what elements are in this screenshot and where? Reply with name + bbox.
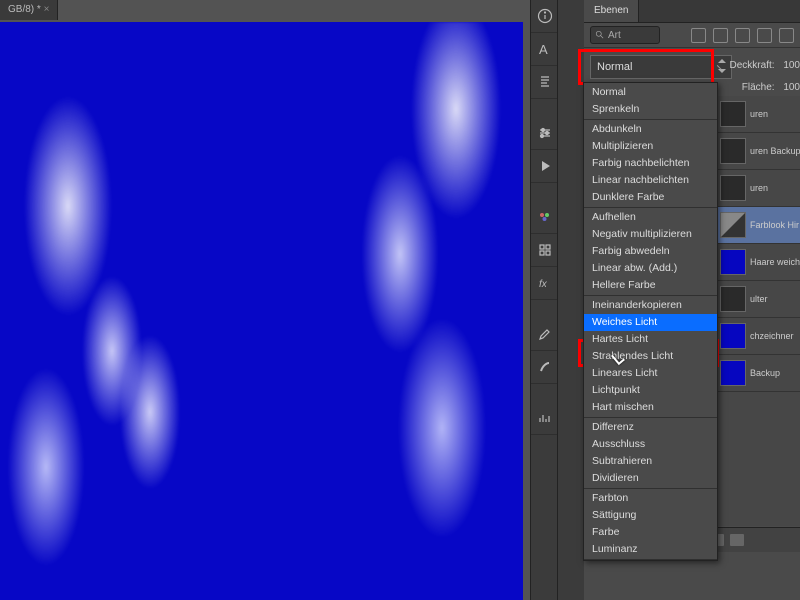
layer-row[interactable]: chzeichner [716, 318, 800, 355]
blend-option[interactable]: Farbig abwedeln [584, 243, 717, 260]
layer-thumbnail [720, 249, 746, 275]
blend-option[interactable]: Lineares Licht [584, 365, 717, 382]
blend-option[interactable]: Hart mischen [584, 399, 717, 416]
blend-option[interactable]: Farbe [584, 524, 717, 541]
layer-name: uren [750, 183, 768, 193]
filter-shape-icon[interactable] [757, 28, 772, 43]
opacity-value[interactable]: 100 [783, 60, 800, 71]
layer-row[interactable]: uren [716, 96, 800, 133]
filter-type-icon[interactable] [735, 28, 750, 43]
layer-name: Haare weich [750, 257, 800, 267]
blend-option[interactable]: Hartes Licht [584, 331, 717, 348]
canvas-content [70, 222, 230, 600]
collapsed-panel-strip: A fx [530, 0, 559, 600]
layer-filter-select[interactable]: Art [590, 26, 660, 44]
fx-icon[interactable]: fx [531, 267, 558, 300]
layer-name: Farblook Hir [750, 220, 799, 230]
blend-option[interactable]: Hellere Farbe [584, 277, 717, 294]
layer-name: uren Backup [750, 146, 800, 156]
fill-label: Fläche: [742, 82, 775, 93]
character-icon[interactable]: A [531, 33, 558, 66]
blend-option[interactable]: Subtrahieren [584, 453, 717, 470]
blend-option[interactable]: Dunklere Farbe [584, 189, 717, 206]
blend-option[interactable]: Dividieren [584, 470, 717, 487]
blend-option[interactable]: Ineinanderkopieren [584, 297, 717, 314]
layer-thumbnail [720, 101, 746, 127]
layer-name: Backup [750, 368, 780, 378]
collapsed-panel-strip-2 [557, 0, 586, 600]
fill-value[interactable]: 100 [783, 82, 800, 93]
blend-option[interactable]: Aufhellen [584, 209, 717, 226]
layer-thumbnail [720, 286, 746, 312]
blend-option[interactable]: Ausschluss [584, 436, 717, 453]
filter-pixel-icon[interactable] [691, 28, 706, 43]
layer-name: uren [750, 109, 768, 119]
blend-option[interactable]: Strahlendes Licht [584, 348, 717, 365]
layer-row[interactable]: Backup [716, 355, 800, 392]
opacity-label: Deckkraft: [730, 60, 775, 71]
paragraph-icon[interactable] [531, 66, 558, 99]
info-icon[interactable] [531, 0, 558, 33]
layer-thumbnail [720, 323, 746, 349]
blend-option[interactable]: Linear nachbelichten [584, 172, 717, 189]
layer-bottom-bar [704, 527, 800, 552]
filter-adjust-icon[interactable] [713, 28, 728, 43]
layer-filter-label: Art [608, 30, 621, 41]
brush-icon[interactable] [531, 318, 558, 351]
tab-layers[interactable]: Ebenen [584, 0, 639, 22]
filter-smart-icon[interactable] [779, 28, 794, 43]
blend-option[interactable]: Multiplizieren [584, 138, 717, 155]
brush-preset-icon[interactable] [531, 351, 558, 384]
layer-name: ulter [750, 294, 768, 304]
blend-mode-value: Normal [597, 61, 632, 73]
play-icon[interactable] [531, 150, 558, 183]
adjustments-icon[interactable] [531, 117, 558, 150]
canvas-content [260, 22, 523, 600]
blend-option[interactable]: Differenz [584, 419, 717, 436]
layer-row[interactable]: ulter [716, 281, 800, 318]
blend-option[interactable]: Farbton [584, 490, 717, 507]
cursor-icon [614, 352, 626, 368]
document-tab-label: GB/8) * [8, 4, 41, 15]
layer-row[interactable]: Haare weich [716, 244, 800, 281]
layer-row[interactable]: uren Backup [716, 133, 800, 170]
blend-option[interactable]: Abdunkeln [584, 121, 717, 138]
canvas[interactable] [0, 22, 523, 600]
layer-filter-icons [691, 28, 794, 43]
blend-option[interactable]: Farbig nachbelichten [584, 155, 717, 172]
layer-thumbnail [720, 138, 746, 164]
blend-option[interactable]: Luminanz [584, 541, 717, 558]
search-icon [595, 30, 605, 40]
layer-row[interactable]: Farblook Hir [716, 207, 800, 244]
blend-option[interactable]: Linear abw. (Add.) [584, 260, 717, 277]
svg-text:fx: fx [539, 279, 548, 290]
document-tab[interactable]: GB/8) * × [0, 0, 58, 20]
blend-option[interactable]: Sättigung [584, 507, 717, 524]
styles-icon[interactable] [531, 234, 558, 267]
folder-icon[interactable] [730, 534, 744, 546]
blend-mode-select[interactable]: Normal [590, 55, 732, 79]
blend-option[interactable]: Weiches Licht [584, 314, 717, 331]
svg-text:A: A [539, 42, 548, 57]
layer-thumbnail [720, 175, 746, 201]
blend-option[interactable]: Normal [584, 84, 717, 101]
layer-thumbnail [720, 360, 746, 386]
swatches-icon[interactable] [531, 201, 558, 234]
blend-mode-dropdown[interactable]: NormalSprenkelnAbdunkelnMultiplizierenFa… [583, 82, 718, 561]
blend-option[interactable]: Lichtpunkt [584, 382, 717, 399]
blend-option[interactable]: Negativ multiplizieren [584, 226, 717, 243]
layer-thumbnail [720, 212, 746, 238]
layer-name: chzeichner [750, 331, 794, 341]
layer-row[interactable]: uren [716, 170, 800, 207]
blend-option[interactable]: Sprenkeln [584, 101, 717, 118]
histogram-icon[interactable] [531, 402, 558, 435]
layer-list[interactable]: uren uren Backup uren Farblook Hir Haare wei… [716, 96, 800, 526]
